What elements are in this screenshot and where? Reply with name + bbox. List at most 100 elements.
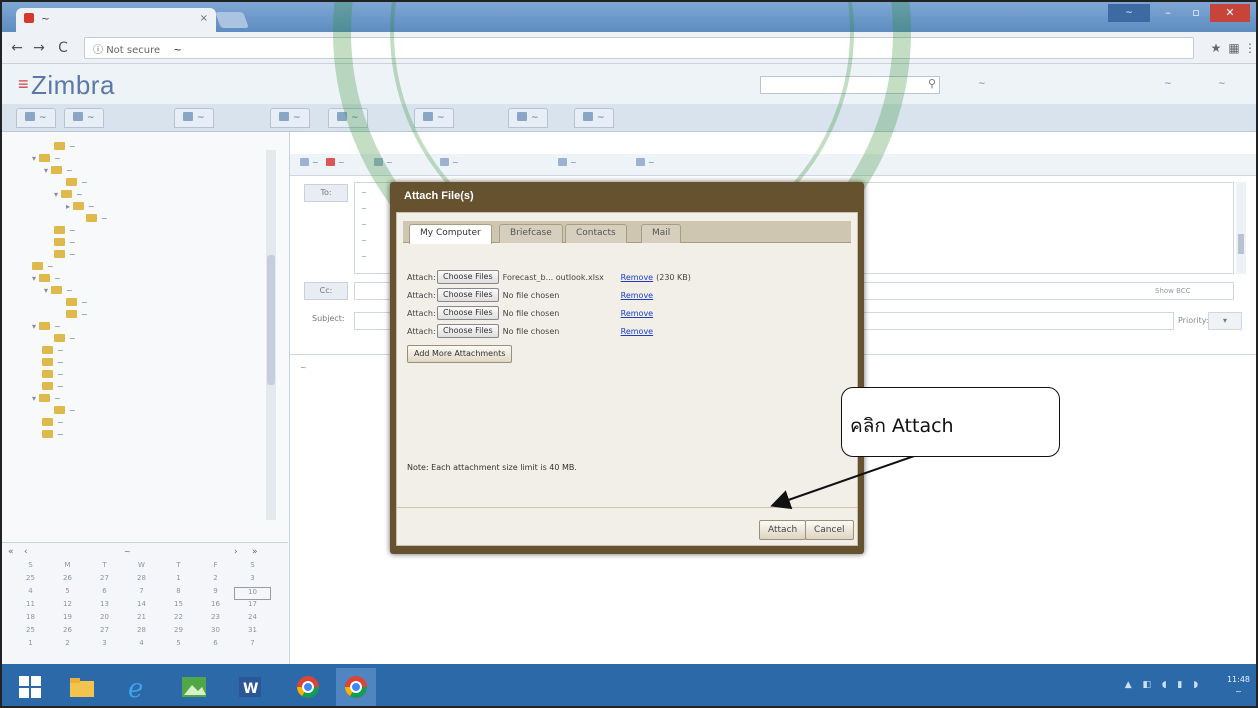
attach-button[interactable]: Attach — [759, 520, 807, 540]
system-tray-icons[interactable]: ▲ ◧ ◖ ▮ ◗ — [1125, 680, 1202, 690]
new-tab-button[interactable] — [215, 12, 249, 28]
folder-item[interactable]: ▾ ~ — [32, 322, 61, 334]
choose-files-button[interactable]: Choose Files — [437, 324, 499, 338]
calendar-day[interactable]: 28 — [123, 626, 160, 639]
calendar-day[interactable]: 28 — [123, 574, 160, 587]
folder-item[interactable]: ~ — [32, 262, 54, 274]
chrome-icon[interactable] — [290, 670, 326, 704]
file-explorer-icon[interactable] — [64, 670, 100, 704]
next-year-icon[interactable]: » — [252, 547, 258, 557]
tab-contacts[interactable]: Contacts — [565, 224, 627, 243]
calendar-day[interactable]: 7 — [234, 639, 271, 652]
close-icon[interactable]: ✕ — [1210, 4, 1250, 22]
folder-item[interactable]: ~ — [54, 238, 76, 250]
folder-item[interactable]: ~ — [66, 178, 88, 190]
folder-item[interactable]: ~ — [54, 250, 76, 262]
app-tab-briefcase[interactable]: ~ — [328, 108, 368, 128]
prev-month-icon[interactable]: ‹ — [24, 547, 28, 557]
back-arrow-icon[interactable]: ← — [8, 39, 26, 57]
calendar-day-selected[interactable]: 10 — [234, 587, 271, 600]
calendar-day[interactable]: 4 — [12, 587, 49, 600]
folder-item[interactable]: ~ — [42, 418, 64, 430]
photo-app-icon[interactable] — [176, 670, 212, 704]
scrollbar-thumb[interactable] — [267, 255, 275, 385]
calendar-day[interactable]: 1 — [160, 574, 197, 587]
folder-item[interactable]: ▾ ~ — [54, 190, 83, 202]
folder-item[interactable]: ~ — [54, 406, 76, 418]
browser-tab[interactable]: ~ × — [16, 8, 216, 32]
app-tab-calendar[interactable]: ~ — [174, 108, 214, 128]
choose-files-button[interactable]: Choose Files — [437, 288, 499, 302]
calendar-day[interactable]: 8 — [160, 587, 197, 600]
user-email[interactable]: ~ — [978, 79, 986, 89]
remove-link[interactable]: Remove — [621, 327, 653, 336]
tab-close-icon[interactable]: × — [200, 13, 208, 24]
calendar-day[interactable]: 23 — [197, 613, 234, 626]
menu-icon[interactable]: ⋮ — [1242, 40, 1256, 56]
choose-files-button[interactable]: Choose Files — [437, 270, 499, 284]
tab-briefcase[interactable]: Briefcase — [499, 224, 563, 243]
calendar-day[interactable]: 22 — [160, 613, 197, 626]
calendar-day[interactable]: 6 — [86, 587, 123, 600]
forward-arrow-icon[interactable]: → — [30, 39, 48, 57]
calendar-day[interactable]: 14 — [123, 600, 160, 613]
word-icon[interactable]: W — [232, 670, 268, 704]
folder-item[interactable]: ▾ ~ — [44, 166, 73, 178]
options-button[interactable]: ~ — [636, 158, 655, 167]
folder-item[interactable]: ~ — [42, 430, 64, 442]
remove-link[interactable]: Remove — [621, 309, 653, 318]
tab-my-computer[interactable]: My Computer — [409, 224, 492, 244]
folder-item[interactable]: ~ — [42, 370, 64, 382]
spell-check-button[interactable]: ~ — [558, 158, 577, 167]
app-tab-compose[interactable]: ~ — [574, 108, 614, 128]
calendar-day[interactable]: 1 — [12, 639, 49, 652]
calendar-day[interactable]: 27 — [86, 626, 123, 639]
remove-link[interactable]: Remove — [621, 291, 653, 300]
help-menu[interactable]: ~ — [1164, 79, 1172, 89]
app-tab-tasks[interactable]: ~ — [270, 108, 310, 128]
chrome-active-icon[interactable] — [336, 668, 376, 706]
folder-scrollbar[interactable] — [266, 150, 276, 520]
maximize-icon[interactable]: ▫ — [1182, 4, 1210, 22]
calendar-day[interactable]: 7 — [123, 587, 160, 600]
internet-explorer-icon[interactable]: e — [120, 670, 156, 704]
minimize-icon[interactable]: – — [1154, 4, 1182, 22]
calendar-day[interactable]: 15 — [160, 600, 197, 613]
calendar-day[interactable]: 12 — [49, 600, 86, 613]
folder-item[interactable]: ~ — [66, 310, 88, 322]
app-tab-email[interactable]: ~ — [508, 108, 548, 128]
folder-item[interactable]: ~ — [42, 358, 64, 370]
app-tab-address-book[interactable]: ~ — [64, 108, 104, 128]
remove-link[interactable]: Remove — [621, 273, 653, 282]
calendar-day[interactable]: 16 — [197, 600, 234, 613]
windows-start-icon[interactable] — [12, 670, 48, 704]
folder-item[interactable]: ~ — [86, 214, 108, 226]
calendar-day[interactable]: 21 — [123, 613, 160, 626]
folder-item[interactable]: ~ — [42, 382, 64, 394]
star-icon[interactable]: ★ — [1208, 40, 1224, 56]
calendar-day[interactable]: 29 — [160, 626, 197, 639]
chrome-profile-button[interactable]: ~ — [1108, 4, 1150, 22]
folder-item[interactable]: ▸ ~ — [66, 202, 95, 214]
calendar-day[interactable]: 3 — [234, 574, 271, 587]
calendar-day[interactable]: 13 — [86, 600, 123, 613]
folder-item[interactable]: ▾ ~ — [32, 154, 61, 166]
app-tab-mail[interactable]: ~ — [16, 108, 56, 128]
calendar-day[interactable]: 2 — [49, 639, 86, 652]
prev-year-icon[interactable]: « — [8, 547, 14, 557]
calendar-day[interactable]: 19 — [49, 613, 86, 626]
show-bcc-link[interactable]: Show BCC — [1155, 287, 1191, 295]
calendar-day[interactable]: 9 — [197, 587, 234, 600]
choose-files-button[interactable]: Choose Files — [437, 306, 499, 320]
cc-button[interactable]: Cc: — [304, 282, 348, 300]
logout-link[interactable]: ~ — [1218, 79, 1226, 89]
to-button[interactable]: To: — [304, 184, 348, 202]
calendar-day[interactable]: 24 — [234, 613, 271, 626]
to-field-scrollbar[interactable] — [1236, 182, 1246, 274]
cancel-button[interactable]: Cancel — [805, 520, 854, 540]
calendar-day[interactable]: 5 — [49, 587, 86, 600]
calendar-day[interactable]: 25 — [12, 626, 49, 639]
calendar-day[interactable]: 5 — [160, 639, 197, 652]
folder-item[interactable]: ~ — [54, 334, 76, 346]
calendar-day[interactable]: 4 — [123, 639, 160, 652]
